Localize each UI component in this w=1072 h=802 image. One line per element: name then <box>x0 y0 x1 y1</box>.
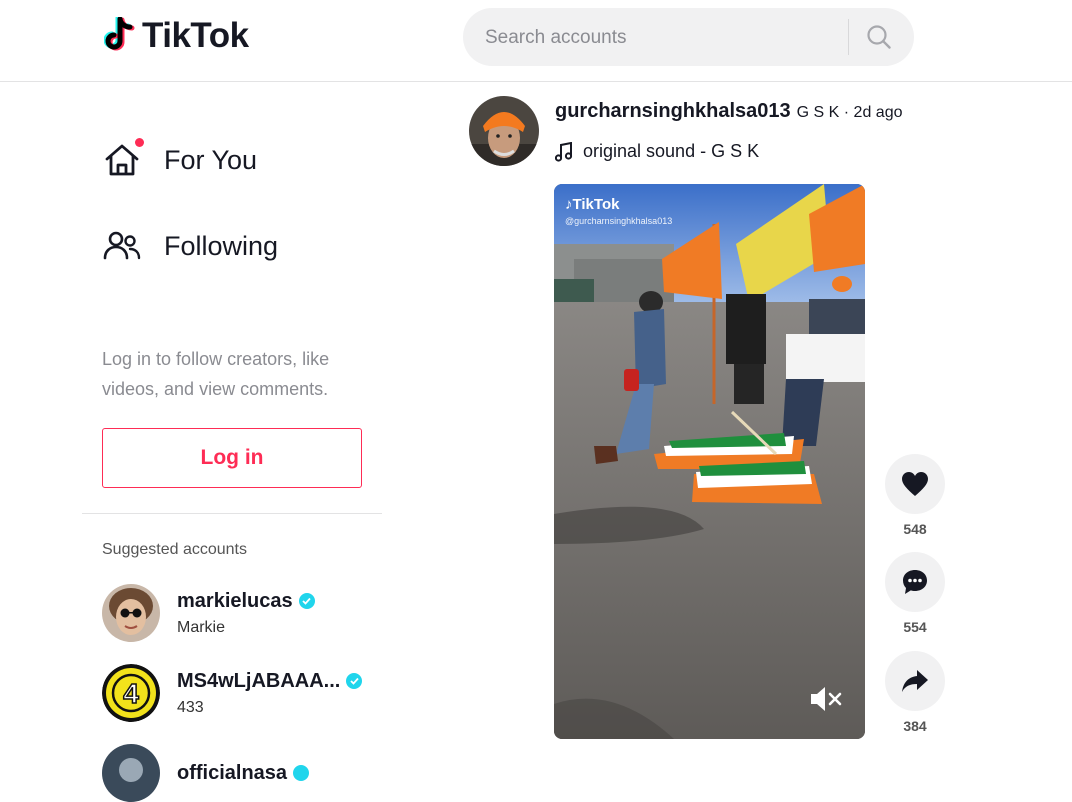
login-prompt: Log in to follow creators, like videos, … <box>102 349 330 399</box>
nav-label-following: Following <box>164 230 279 261</box>
avatar <box>102 744 160 802</box>
comment-count: 554 <box>903 619 927 635</box>
share-arrow-icon <box>902 670 928 692</box>
heart-icon <box>902 472 928 496</box>
comment-action: 554 <box>885 552 945 635</box>
search-bar <box>463 8 914 66</box>
post-author-avatar[interactable] <box>469 96 539 166</box>
share-button[interactable] <box>885 651 945 711</box>
sidebar-divider <box>82 513 382 514</box>
watermark-username: @gurcharnsinghkhalsa013 <box>565 216 673 226</box>
top-bar: TikTok <box>0 0 1072 82</box>
avatar <box>102 584 160 642</box>
like-button[interactable] <box>885 454 945 514</box>
nav-for-you[interactable]: For You <box>102 138 258 180</box>
svg-text:4: 4 <box>123 678 139 709</box>
watermark-note-icon: ♪ <box>565 196 573 213</box>
post-sound-link[interactable]: original sound - G S K <box>555 141 759 162</box>
logo-text: TikTok <box>142 16 249 55</box>
mute-button[interactable] <box>809 684 843 714</box>
search-button[interactable] <box>859 18 899 56</box>
like-count: 548 <box>903 521 927 537</box>
suggested-account-433[interactable]: 4 MS4wLjABAAA... 433 <box>102 664 363 722</box>
account-nickname: Markie <box>177 618 226 636</box>
comment-button[interactable] <box>885 552 945 612</box>
nav-label-for-you: For You <box>164 144 258 175</box>
share-count: 384 <box>903 718 927 734</box>
verified-badge-icon <box>298 593 315 609</box>
search-input[interactable] <box>483 22 847 54</box>
share-action: 384 <box>885 651 945 734</box>
verified-badge-icon <box>293 765 310 781</box>
comment-icon <box>903 570 927 594</box>
account-username: markielucas <box>177 589 293 612</box>
users-icon <box>102 226 142 266</box>
account-nickname: 433 <box>177 698 204 716</box>
post-author: gurcharnsinghkhalsa013 G S K · 2d ago <box>555 100 903 123</box>
tiktok-logo[interactable]: TikTok <box>104 16 249 56</box>
music-note-icon <box>555 141 573 162</box>
verified-badge-icon <box>346 673 363 689</box>
search-icon <box>867 25 891 49</box>
nav-following[interactable]: Following <box>102 226 278 266</box>
account-username: MS4wLjABAAA... <box>177 669 341 692</box>
tiktok-note-icon <box>104 17 135 51</box>
video-watermark: ♪ TikTok @gurcharnsinghkhalsa013 <box>565 196 672 226</box>
speaker-muted-icon <box>811 687 842 711</box>
suggested-accounts-title: Suggested accounts <box>102 541 247 558</box>
home-icon <box>102 138 144 180</box>
like-action: 548 <box>885 454 945 537</box>
suggested-account-partial[interactable]: officialnasa <box>102 744 310 802</box>
video-frame <box>554 184 865 739</box>
account-username: officialnasa <box>177 761 288 784</box>
login-button[interactable]: Log in <box>102 428 362 488</box>
post-meta: G S K · 2d ago <box>796 104 903 121</box>
watermark-logo-text: TikTok <box>572 196 620 213</box>
search-divider <box>848 19 849 55</box>
notification-dot <box>135 138 144 147</box>
avatar: 4 <box>102 664 160 722</box>
post-username[interactable]: gurcharnsinghkhalsa013 <box>555 100 791 123</box>
suggested-account-markielucas[interactable]: markielucas Markie <box>102 584 315 642</box>
sound-title: original sound - G S K <box>583 141 760 161</box>
video-player[interactable]: ♪ TikTok @gurcharnsinghkhalsa013 <box>554 184 865 739</box>
